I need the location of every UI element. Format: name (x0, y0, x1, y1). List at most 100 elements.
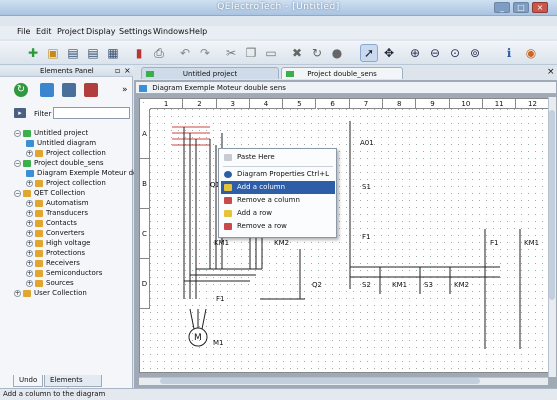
tree-item[interactable]: + Protections (26, 248, 85, 258)
menu-project[interactable]: Project (57, 27, 84, 36)
expand-icon[interactable]: + (26, 199, 33, 207)
diagram-sheet[interactable]: 1 2 3 4 5 6 7 8 9 10 11 12 ABCD Q1 KM1 K… (139, 98, 550, 373)
tab-untitled-project[interactable]: Untitled project (141, 67, 279, 79)
cut-icon[interactable]: ✂ (222, 44, 240, 62)
collapse-icon[interactable]: − (14, 189, 21, 197)
tree-item-label: Transducers (46, 209, 89, 217)
tree-item-label: Sources (46, 279, 74, 287)
tree-item[interactable]: − Project double_sens (14, 158, 104, 168)
tab-undo[interactable]: Undo (13, 375, 44, 387)
menu-display[interactable]: Display (86, 27, 116, 36)
tree-item[interactable]: + High voltage (26, 238, 90, 248)
new-project-icon[interactable]: ✚ (24, 44, 42, 62)
tree-item[interactable]: + Automatism (26, 198, 89, 208)
expand-icon[interactable]: + (26, 149, 33, 157)
tree-item[interactable]: Untitled diagram (26, 138, 96, 148)
expand-icon[interactable]: + (26, 239, 33, 247)
copy-icon[interactable]: ❐ (242, 44, 260, 62)
tree-item[interactable]: + Project collection (26, 178, 106, 188)
tree-item-icon (23, 289, 31, 297)
filter-input[interactable] (53, 107, 130, 119)
tree-item[interactable]: + Receivers (26, 258, 80, 268)
diagram-label-s3: S3 (424, 281, 433, 289)
menu-remove-column[interactable]: Remove a column (221, 194, 335, 207)
tree-item[interactable]: − QET Collection (14, 188, 85, 198)
delete-icon[interactable]: ✖ (288, 44, 306, 62)
expand-icon[interactable]: + (26, 249, 33, 257)
menu-help[interactable]: Help (189, 27, 207, 36)
delete-category-icon[interactable] (84, 83, 98, 97)
tab-untitled-project-label: Untitled project (182, 70, 238, 78)
edit-category-icon[interactable] (62, 83, 76, 97)
help-icon[interactable]: ◉ (522, 44, 540, 62)
menu-file[interactable]: File (17, 27, 30, 36)
menu-paste-here[interactable]: Paste Here (221, 151, 335, 164)
paste-icon[interactable]: ▭ (262, 44, 280, 62)
select-tool-icon[interactable]: ➚ (360, 44, 378, 62)
tree-item[interactable]: + Semiconductors (26, 268, 102, 278)
zoom-fit-icon[interactable]: ⊙ (446, 44, 464, 62)
close-tab-icon[interactable]: × (547, 67, 555, 77)
rotate-icon[interactable]: ↻ (308, 44, 326, 62)
save-all-icon[interactable]: ▦ (104, 44, 122, 62)
properties-icon[interactable]: ● (328, 44, 346, 62)
menu-diagram-properties[interactable]: Diagram Properties Ctrl+L (221, 168, 335, 181)
expand-icon[interactable]: + (26, 229, 33, 237)
undo-icon[interactable]: ↶ (176, 44, 194, 62)
tree-item[interactable]: + Transducers (26, 208, 88, 218)
tree-item-label: User Collection (34, 289, 87, 297)
menu-edit[interactable]: Edit (36, 27, 52, 36)
expand-icon[interactable]: + (14, 289, 21, 297)
vertical-scroll-thumb[interactable] (549, 110, 555, 300)
close-button[interactable]: × (532, 2, 548, 13)
panel-float-icon[interactable]: ▫ (115, 66, 120, 75)
expand-icon[interactable]: + (26, 259, 33, 267)
maximize-button[interactable]: □ (513, 2, 529, 13)
move-tool-icon[interactable]: ✥ (380, 44, 398, 62)
tree-item[interactable]: − Untitled project (14, 128, 88, 138)
horizontal-scroll-thumb[interactable] (160, 378, 480, 384)
tab-project-double-sens[interactable]: Project double_sens (281, 67, 403, 79)
menu-remove-row-label: Remove a row (237, 222, 287, 230)
panel-close-icon[interactable]: × (124, 66, 131, 75)
menu-add-column[interactable]: Add a column (221, 181, 335, 194)
open-icon[interactable]: ▣ (44, 44, 62, 62)
new-category-icon[interactable] (40, 83, 54, 97)
tree-item-icon (35, 179, 43, 187)
project-icon (146, 71, 154, 77)
expand-icon[interactable]: + (26, 179, 33, 187)
collapse-icon[interactable]: − (14, 129, 21, 137)
zoom-reset-icon[interactable]: ⊚ (466, 44, 484, 62)
menu-settings[interactable]: Settings (119, 27, 152, 36)
zoom-in-icon[interactable]: ⊕ (406, 44, 424, 62)
menu-bar: File Edit Project Display Settings Windo… (0, 26, 557, 39)
zoom-out-icon[interactable]: ⊖ (426, 44, 444, 62)
expand-icon[interactable]: + (26, 279, 33, 287)
redo-icon[interactable]: ↷ (196, 44, 214, 62)
tree-item[interactable]: + Project collection (26, 148, 106, 158)
add-row-icon (224, 210, 232, 217)
menu-remove-row[interactable]: Remove a row (221, 220, 335, 233)
menu-add-row[interactable]: Add a row (221, 207, 335, 220)
reload-icon[interactable]: ↻ (14, 83, 28, 97)
close-project-icon[interactable]: ▮ (130, 44, 148, 62)
diagram-tab[interactable]: Diagram Exemple Moteur double sens (136, 82, 556, 94)
tree-item[interactable]: + Converters (26, 228, 85, 238)
collapse-icon[interactable]: − (14, 159, 21, 167)
tree-item-label: High voltage (46, 239, 91, 247)
about-icon[interactable]: ℹ (500, 44, 518, 62)
minimize-button[interactable]: _ (494, 2, 510, 13)
tree-item[interactable]: + User Collection (14, 288, 87, 298)
expand-icon[interactable]: + (26, 269, 33, 277)
tree-item[interactable]: + Contacts (26, 218, 77, 228)
print-icon[interactable]: ⎙ (150, 44, 168, 62)
expand-icon[interactable]: + (26, 219, 33, 227)
menu-diagram-properties-label: Diagram Properties (237, 170, 305, 178)
expand-icon[interactable]: + (26, 209, 33, 217)
save-as-icon[interactable]: ▤ (84, 44, 102, 62)
menu-windows[interactable]: Windows (153, 27, 189, 36)
tree-item[interactable]: + Sources (26, 278, 74, 288)
panel-more-icon[interactable]: » (122, 85, 128, 95)
tab-elements-panel[interactable]: Elements Panel (44, 375, 102, 395)
save-icon[interactable]: ▤ (64, 44, 82, 62)
